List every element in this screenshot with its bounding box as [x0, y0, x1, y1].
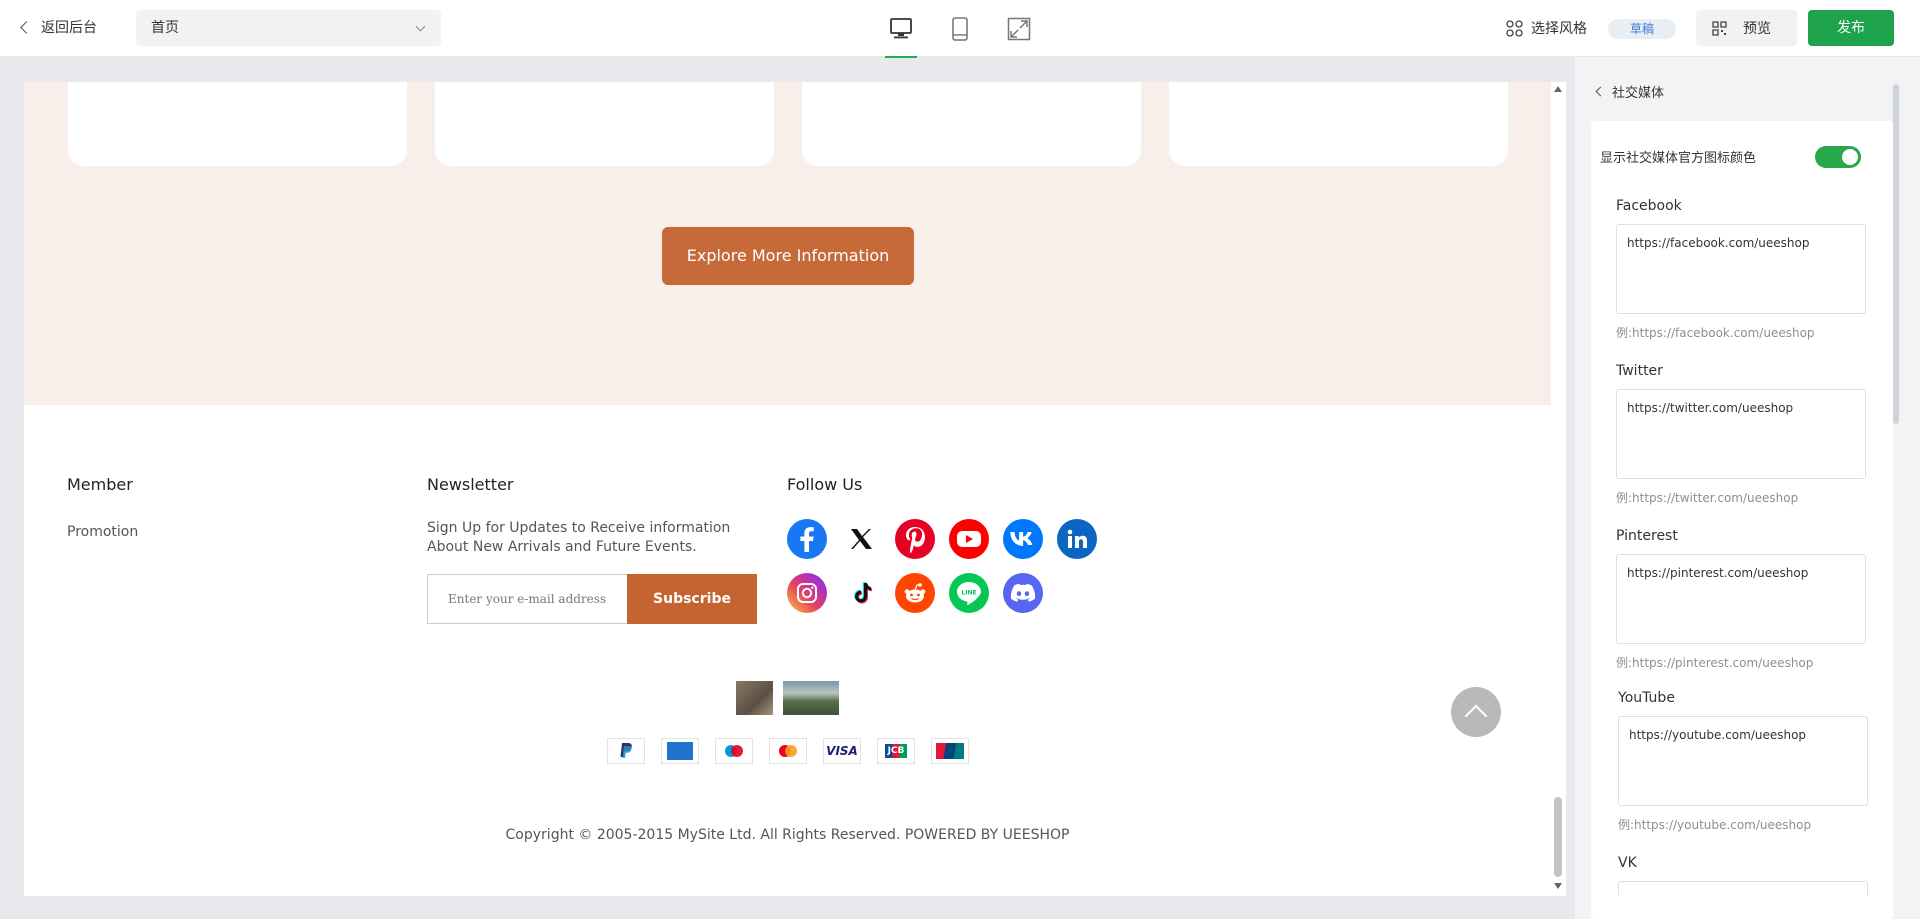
- desktop-icon: [890, 18, 912, 39]
- unionpay-icon: [931, 738, 969, 764]
- page-select[interactable]: 首页: [136, 10, 441, 46]
- twitter-url-input[interactable]: https://twitter.com/ueeshop: [1616, 389, 1866, 479]
- preview-button[interactable]: 预览: [1696, 10, 1797, 46]
- scrollbar-thumb[interactable]: [1554, 797, 1562, 877]
- desktop-view-button[interactable]: [885, 14, 917, 58]
- instagram-icon[interactable]: [787, 573, 827, 613]
- choose-style-button[interactable]: 选择风格: [1506, 18, 1587, 38]
- official-color-label: 显示社交媒体官方图标颜色: [1600, 151, 1757, 166]
- tablet-view-button[interactable]: [945, 14, 975, 44]
- reddit-icon[interactable]: [895, 573, 935, 613]
- pinterest-icon[interactable]: [895, 519, 935, 559]
- top-toolbar: 返回后台 首页 选择风格 草稿 预览 发布: [0, 0, 1920, 58]
- feature-card: [435, 82, 774, 166]
- grid-icon: [1506, 19, 1523, 37]
- paypal-icon: [607, 738, 645, 764]
- chevron-down-icon: [415, 21, 426, 32]
- back-to-top-button[interactable]: [1451, 687, 1501, 737]
- feature-card: [802, 82, 1141, 166]
- back-label: 返回后台: [41, 20, 97, 36]
- field-hint: 例:https://pinterest.com/ueeshop: [1616, 656, 1814, 670]
- amex-icon: [661, 738, 699, 764]
- x-twitter-icon[interactable]: [841, 519, 881, 559]
- panel-back-button[interactable]: 社交媒体: [1595, 82, 1665, 101]
- field-hint: 例:https://twitter.com/ueeshop: [1616, 491, 1799, 505]
- feature-card: [1169, 82, 1508, 166]
- field-label-twitter: Twitter: [1616, 363, 1663, 379]
- preview-label: 预览: [1743, 21, 1771, 37]
- field-label-facebook: Facebook: [1616, 198, 1682, 214]
- svg-text:LINE: LINE: [961, 590, 976, 597]
- site-preview-canvas: Explore More Information Member Promotio…: [24, 82, 1551, 896]
- publish-button[interactable]: 发布: [1808, 10, 1894, 46]
- subscribe-button[interactable]: Subscribe: [627, 574, 757, 624]
- line-icon[interactable]: LINE: [949, 573, 989, 613]
- field-label-vk: VK: [1618, 855, 1637, 871]
- panel-title: 社交媒体: [1612, 86, 1665, 101]
- jcb-icon: JCB: [877, 738, 915, 764]
- scroll-up-arrow-icon[interactable]: [1554, 86, 1562, 92]
- page-select-value: 首页: [151, 20, 179, 36]
- field-label-youtube: YouTube: [1618, 690, 1675, 706]
- youtube-icon[interactable]: [949, 519, 989, 559]
- maestro-icon: [715, 738, 753, 764]
- vk-url-input[interactable]: [1618, 881, 1868, 895]
- jcb-text: JCB: [884, 744, 908, 758]
- panel-scrollbar-thumb[interactable]: [1893, 84, 1899, 424]
- follow-us-heading: Follow Us: [787, 475, 863, 494]
- newsletter-heading: Newsletter: [427, 475, 514, 494]
- canvas-scrollbar[interactable]: [1551, 82, 1566, 896]
- vk-icon[interactable]: [1003, 519, 1043, 559]
- facebook-url-input[interactable]: https://facebook.com/ueeshop: [1616, 224, 1866, 314]
- footer-thumbnail-image: [783, 681, 839, 715]
- expand-icon: [1007, 17, 1031, 41]
- copyright-text: Copyright © 2005-2015 MySite Ltd. All Ri…: [505, 827, 1070, 843]
- promotion-link[interactable]: Promotion: [67, 524, 138, 540]
- newsletter-email-input[interactable]: Enter your e-mail address: [427, 574, 628, 624]
- feature-section: Explore More Information: [24, 82, 1551, 405]
- mastercard-icon: [769, 738, 807, 764]
- tiktok-icon[interactable]: [841, 573, 881, 613]
- footer-thumbnail-image: [736, 681, 773, 715]
- visa-icon: VISA: [823, 738, 861, 764]
- discord-icon[interactable]: [1003, 573, 1043, 613]
- choose-style-label: 选择风格: [1531, 21, 1587, 37]
- tablet-icon: [952, 17, 968, 41]
- official-icon-color-toggle[interactable]: [1815, 146, 1861, 168]
- fullscreen-button[interactable]: [1004, 14, 1034, 44]
- youtube-url-input[interactable]: https://youtube.com/ueeshop: [1618, 716, 1868, 806]
- chevron-left-icon: [1595, 86, 1606, 97]
- feature-card: [68, 82, 407, 166]
- back-to-admin-button[interactable]: 返回后台: [20, 17, 97, 37]
- newsletter-text: Sign Up for Updates to Receive informati…: [427, 520, 731, 536]
- chevron-left-icon: [20, 21, 33, 34]
- explore-more-button[interactable]: Explore More Information: [662, 227, 914, 285]
- member-heading: Member: [67, 475, 133, 494]
- qr-code-icon: [1712, 20, 1727, 36]
- draft-badge: 草稿: [1608, 19, 1676, 39]
- field-label-pinterest: Pinterest: [1616, 528, 1678, 544]
- field-hint: 例:https://youtube.com/ueeshop: [1618, 818, 1812, 832]
- newsletter-text: About New Arrivals and Future Events.: [427, 539, 697, 555]
- scroll-down-arrow-icon[interactable]: [1554, 883, 1562, 889]
- pinterest-url-input[interactable]: https://pinterest.com/ueeshop: [1616, 554, 1866, 644]
- facebook-icon[interactable]: [787, 519, 827, 559]
- field-hint: 例:https://facebook.com/ueeshop: [1616, 326, 1815, 340]
- linkedin-icon[interactable]: [1057, 519, 1097, 559]
